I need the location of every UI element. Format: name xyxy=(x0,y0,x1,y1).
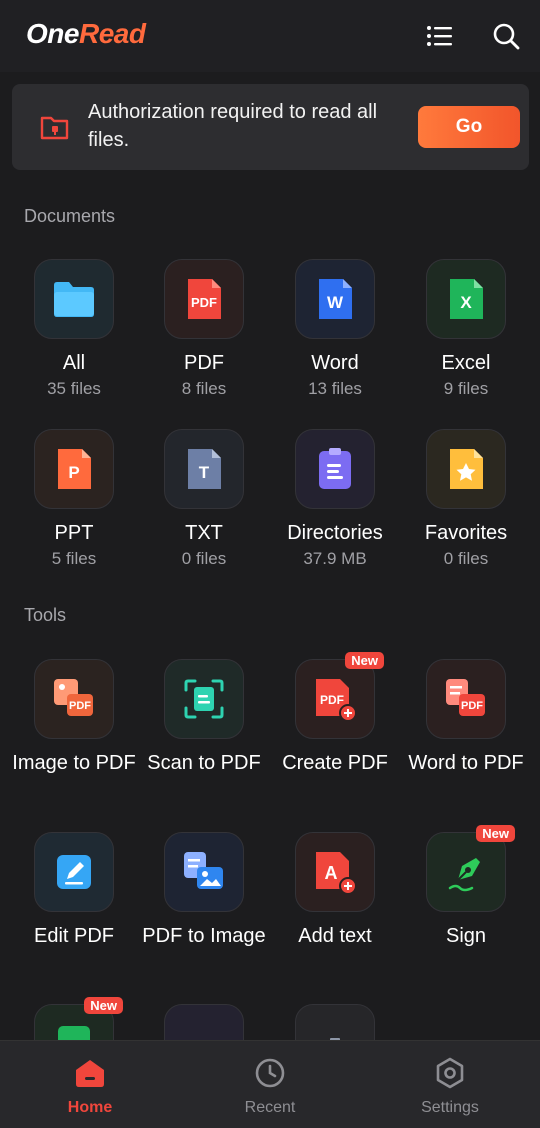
tool-tile-image-to-pdf[interactable]: PDF Image to PDF xyxy=(9,659,139,778)
svg-text:A: A xyxy=(325,863,338,883)
svg-text:PDF: PDF xyxy=(191,295,217,310)
create-pdf-icon: PDF xyxy=(316,679,357,722)
pdf-to-image-icon xyxy=(184,852,223,889)
add-text-icon: A xyxy=(316,852,357,895)
list-view-button[interactable] xyxy=(420,16,460,56)
search-icon xyxy=(493,23,520,50)
tool-tile-add-text[interactable]: A Add text xyxy=(270,832,400,951)
doc-tile-directories[interactable]: Directories 37.9 MB xyxy=(270,429,400,570)
sign-icon xyxy=(448,858,480,892)
word-to-pdf-icon: PDF xyxy=(446,679,485,716)
svg-text:PDF: PDF xyxy=(320,693,344,707)
clock-icon xyxy=(255,1058,285,1088)
doc-tile-pdf[interactable]: PDF PDF 8 files xyxy=(139,259,269,400)
bottom-tab-bar: Home Recent Settings xyxy=(0,1040,540,1128)
documents-section-title: Documents xyxy=(24,206,116,226)
svg-text:X: X xyxy=(460,293,472,312)
home-icon xyxy=(76,1060,104,1087)
app-logo: OneRead xyxy=(26,18,146,49)
txt-icon: T xyxy=(188,449,221,489)
tab-settings[interactable]: Settings xyxy=(360,1041,540,1128)
directories-icon xyxy=(319,448,351,489)
authorization-message: Authorization required to read all files… xyxy=(88,101,378,151)
word-icon: W xyxy=(319,279,352,319)
excel-icon: X xyxy=(450,279,483,319)
tab-home[interactable]: Home xyxy=(0,1041,180,1128)
doc-tile-favorites[interactable]: Favorites 0 files xyxy=(401,429,531,570)
pdf-icon: PDF xyxy=(188,279,221,319)
doc-tile-all[interactable]: All 35 files xyxy=(9,259,139,400)
tools-section-title: Tools xyxy=(24,605,67,625)
list-icon xyxy=(427,26,452,46)
doc-tile-ppt[interactable]: P PPT 5 files xyxy=(9,429,139,570)
new-badge: New xyxy=(84,997,123,1014)
svg-text:P: P xyxy=(68,463,79,482)
tool-tile-pdf-to-image[interactable]: PDF to Image xyxy=(139,832,269,951)
svg-text:T: T xyxy=(199,463,210,482)
tool-tile-create-pdf[interactable]: PDF New Create PDF xyxy=(270,652,400,778)
go-button[interactable]: Go xyxy=(418,106,520,148)
image-to-pdf-icon: PDF xyxy=(54,679,93,716)
tool-tile-word-to-pdf[interactable]: PDF Word to PDF xyxy=(401,659,531,778)
tab-recent[interactable]: Recent xyxy=(180,1041,360,1128)
scan-to-pdf-icon xyxy=(184,679,224,719)
settings-icon xyxy=(436,1057,464,1089)
edit-pdf-icon xyxy=(57,855,91,889)
favorites-icon xyxy=(450,449,483,489)
search-button[interactable] xyxy=(486,16,526,56)
doc-tile-txt[interactable]: T TXT 0 files xyxy=(139,429,269,570)
folder-icon xyxy=(54,282,94,317)
doc-tile-word[interactable]: W Word 13 files xyxy=(270,259,400,400)
tool-tile-scan-to-pdf[interactable]: Scan to PDF xyxy=(139,659,269,778)
svg-text:PDF: PDF xyxy=(461,700,483,712)
svg-text:PDF: PDF xyxy=(69,700,91,712)
doc-tile-excel[interactable]: X Excel 9 files xyxy=(401,259,531,400)
app-header: OneRead xyxy=(0,0,540,72)
folder-lock-icon xyxy=(40,116,69,140)
authorization-banner: Authorization required to read all files… xyxy=(12,84,529,170)
new-badge: New xyxy=(476,825,515,842)
tool-tile-edit-pdf[interactable]: Edit PDF xyxy=(9,832,139,951)
new-badge: New xyxy=(345,652,384,669)
svg-text:W: W xyxy=(327,293,344,312)
ppt-icon: P xyxy=(58,449,91,489)
tool-tile-sign[interactable]: New Sign xyxy=(401,825,531,951)
